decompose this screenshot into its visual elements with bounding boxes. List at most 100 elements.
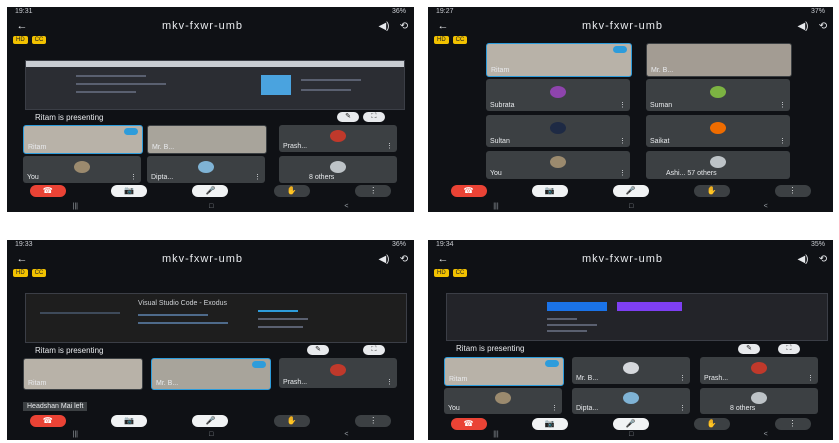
recents-icon[interactable]: ||| [493,203,498,210]
end-call-button[interactable]: ☎ [29,415,66,427]
mic-toggle-button[interactable]: 🎤 [612,418,649,430]
back-icon[interactable]: < [764,431,768,438]
participant-tile[interactable]: Prash... ⋮ [700,357,818,384]
raise-hand-button[interactable]: ✋ [693,185,730,197]
back-arrow-icon[interactable]: ← [434,253,452,265]
participant-tile[interactable]: Sultan ⋮ [486,115,630,147]
participant-tile[interactable]: Suman ⋮ [646,79,790,111]
camera-toggle-button[interactable]: 📷 [111,185,148,197]
present-options-button[interactable]: ✎ [307,345,329,355]
minimize-screen-button[interactable]: ⛶ [778,344,800,354]
avatar [751,361,767,374]
participant-tile[interactable]: Mr. B... [147,125,267,154]
more-options-icon[interactable]: ⋮ [551,404,558,412]
more-button[interactable]: ⋮ [774,418,811,430]
home-icon[interactable]: □ [629,431,633,438]
more-options-icon[interactable]: ⋮ [386,142,393,150]
end-call-button[interactable]: ☎ [450,185,487,197]
meeting-code[interactable]: mkv-fxwr-umb [452,253,793,265]
back-arrow-icon[interactable]: ← [13,253,31,265]
more-options-icon[interactable]: ⋮ [130,173,137,181]
mic-toggle-button[interactable]: 🎤 [192,185,229,197]
back-icon[interactable]: < [344,431,348,438]
status-bar: 19:27 37% [428,7,833,17]
participant-tile[interactable]: Prash... ⋮ [279,125,397,152]
participant-tile[interactable]: Ritam [444,357,564,386]
meeting-code[interactable]: mkv-fxwr-umb [31,253,374,265]
present-options-button[interactable]: ✎ [738,344,760,354]
home-icon[interactable]: □ [209,431,213,438]
switch-camera-icon[interactable]: ⟲ [394,254,414,265]
participant-tile[interactable]: You ⋮ [444,388,562,414]
speaker-icon[interactable]: ◀) [374,21,394,32]
participant-name: You [448,405,460,412]
back-arrow-icon[interactable]: ← [434,20,452,32]
participant-tile[interactable]: Subrata ⋮ [486,79,630,111]
more-button[interactable]: ⋮ [774,185,811,197]
avatar [710,156,726,169]
mic-toggle-button[interactable]: 🎤 [192,415,229,427]
raise-hand-button[interactable]: ✋ [693,418,730,430]
more-options-icon[interactable]: ⋮ [386,378,393,386]
end-call-button[interactable]: ☎ [29,185,66,197]
more-options-icon[interactable]: ⋮ [619,169,626,177]
recents-icon[interactable]: ||| [73,431,78,438]
system-nav-bar: ||| □ < [428,431,833,438]
more-options-icon[interactable]: ⋮ [254,173,261,181]
back-arrow-icon[interactable]: ← [13,20,31,32]
switch-camera-icon[interactable]: ⟲ [813,254,833,265]
end-call-button[interactable]: ☎ [450,418,487,430]
switch-camera-icon[interactable]: ⟲ [813,21,833,32]
recents-icon[interactable]: ||| [493,431,498,438]
avatar [550,156,566,169]
more-options-icon[interactable]: ⋮ [619,101,626,109]
minimize-screen-button[interactable]: ⛶ [363,112,385,122]
more-options-icon[interactable]: ⋮ [679,374,686,382]
speaking-indicator-icon [124,128,138,135]
others-tile[interactable]: 8 others [279,156,397,183]
meeting-code[interactable]: mkv-fxwr-umb [452,20,793,32]
minimize-screen-button[interactable]: ⛶ [363,345,385,355]
others-tile[interactable]: Ashi... 57 others [646,151,790,179]
raise-hand-button[interactable]: ✋ [273,415,310,427]
participant-tile[interactable]: You ⋮ [486,151,630,179]
more-button[interactable]: ⋮ [355,185,392,197]
meeting-code[interactable]: mkv-fxwr-umb [31,20,374,32]
speaker-icon[interactable]: ◀) [793,21,813,32]
participant-tile[interactable]: Dipta... ⋮ [147,156,265,183]
home-icon[interactable]: □ [629,203,633,210]
participant-tile[interactable]: Prash... ⋮ [279,358,397,388]
more-options-icon[interactable]: ⋮ [779,137,786,145]
more-options-icon[interactable]: ⋮ [679,404,686,412]
more-options-icon[interactable]: ⋮ [779,101,786,109]
more-options-icon[interactable]: ⋮ [807,374,814,382]
participant-tile[interactable]: Mr. B... ⋮ [572,357,690,384]
screen-text-line [76,91,136,93]
speaker-icon[interactable]: ◀) [793,254,813,265]
system-nav-bar: ||| □ < [7,431,414,438]
mic-toggle-button[interactable]: 🎤 [612,185,649,197]
speaker-icon[interactable]: ◀) [374,254,394,265]
home-icon[interactable]: □ [209,203,213,210]
back-icon[interactable]: < [344,203,348,210]
others-tile[interactable]: 8 others [700,388,818,414]
participant-tile[interactable]: Dipta... ⋮ [572,388,690,414]
participant-tile[interactable]: Ritam [23,125,143,154]
participant-tile[interactable]: Saikat ⋮ [646,115,790,147]
camera-toggle-button[interactable]: 📷 [111,415,148,427]
recents-icon[interactable]: ||| [73,203,78,210]
more-button[interactable]: ⋮ [355,415,392,427]
avatar [623,361,639,374]
participant-tile[interactable]: Ritam [486,43,632,77]
participant-tile[interactable]: You ⋮ [23,156,141,183]
back-icon[interactable]: < [764,203,768,210]
more-options-icon[interactable]: ⋮ [619,137,626,145]
participant-tile[interactable]: Mr. B... [151,358,271,390]
switch-camera-icon[interactable]: ⟲ [394,21,414,32]
participant-tile[interactable]: Ritam [23,358,143,390]
camera-toggle-button[interactable]: 📷 [531,418,568,430]
participant-tile[interactable]: Mr. B... [646,43,792,77]
raise-hand-button[interactable]: ✋ [273,185,310,197]
present-options-button[interactable]: ✎ [337,112,359,122]
camera-toggle-button[interactable]: 📷 [531,185,568,197]
